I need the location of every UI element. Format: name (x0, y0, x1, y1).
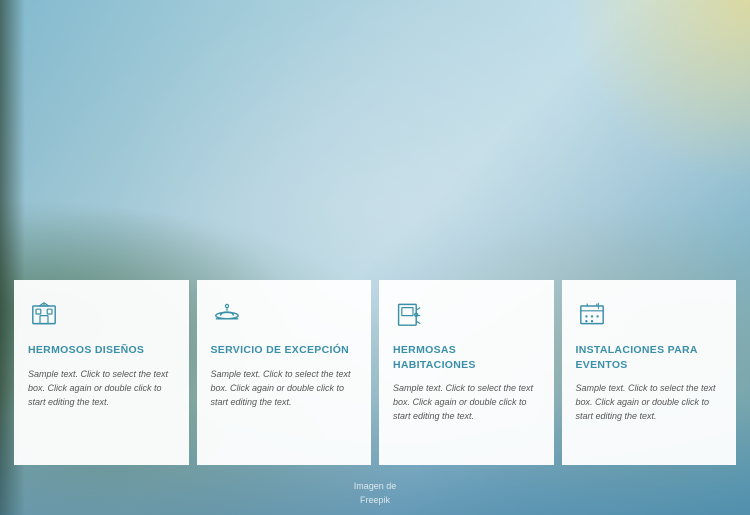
card-2-title: SERVICIO DE EXCEPCIÓN (211, 343, 358, 358)
credit-line2: Freepik (354, 494, 397, 508)
card-1-text: Sample text. Click to select the text bo… (28, 368, 175, 410)
room-icon (393, 298, 425, 330)
card-3-title: HERMOSAS HABITACIONES (393, 343, 540, 372)
hotel-icon (28, 298, 60, 330)
card-servicio-excepcion[interactable]: SERVICIO DE EXCEPCIÓN Sample text. Click… (197, 280, 372, 465)
sun-flare (550, 0, 750, 200)
service-icon (211, 298, 243, 330)
card-2-text: Sample text. Click to select the text bo… (211, 368, 358, 410)
card-hermosas-habitaciones[interactable]: HERMOSAS HABITACIONES Sample text. Click… (379, 280, 554, 465)
card-hermosos-disenos[interactable]: HERMOSOS DISEÑOS Sample text. Click to s… (14, 280, 189, 465)
card-3-text: Sample text. Click to select the text bo… (393, 382, 540, 424)
card-4-title: INSTALACIONES PARA EVENTOS (576, 343, 723, 372)
card-1-title: HERMOSOS DISEÑOS (28, 343, 175, 358)
card-4-text: Sample text. Click to select the text bo… (576, 382, 723, 424)
cards-container: HERMOSOS DISEÑOS Sample text. Click to s… (0, 280, 750, 465)
events-icon (576, 298, 608, 330)
image-credit: Imagen de Freepik (354, 480, 397, 507)
credit-line1: Imagen de (354, 480, 397, 494)
card-instalaciones-eventos[interactable]: INSTALACIONES PARA EVENTOS Sample text. … (562, 280, 737, 465)
